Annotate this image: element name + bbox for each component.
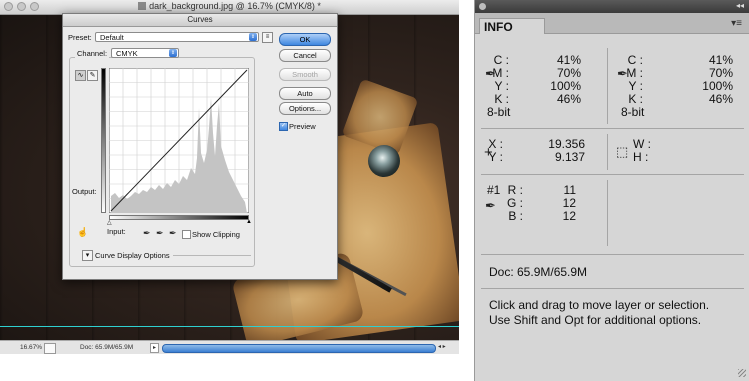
document-title: dark_background.jpg @ 16.7% (CMYK/8) * bbox=[0, 1, 459, 11]
resize-grip-icon[interactable] bbox=[738, 369, 746, 377]
panel-menu-icon[interactable]: ▾≡ bbox=[731, 18, 742, 29]
curve-display-options-label[interactable]: Curve Display Options bbox=[95, 251, 170, 260]
sampler-b-value: 12 bbox=[562, 209, 576, 223]
black-eyedropper-icon[interactable]: ✒ bbox=[143, 228, 151, 239]
divider bbox=[607, 48, 608, 124]
collapse-panel-icon[interactable]: ◂◂ bbox=[736, 1, 744, 10]
divider bbox=[481, 174, 744, 175]
close-panel-icon[interactable] bbox=[479, 3, 486, 10]
tab-info[interactable]: INFO bbox=[479, 18, 545, 34]
quick-mask-icon[interactable] bbox=[44, 343, 56, 354]
curve-point-tool-icon[interactable]: ∿ bbox=[75, 70, 86, 81]
preview-checkbox[interactable]: ✓ bbox=[279, 122, 288, 131]
y-value: 9.137 bbox=[554, 150, 585, 164]
white-eyedropper-icon[interactable]: ✒ bbox=[169, 228, 177, 239]
output-gradient-bar bbox=[101, 68, 106, 213]
preset-select[interactable]: Default ⇕ bbox=[95, 32, 259, 42]
sampler-b-label: B : bbox=[508, 209, 523, 223]
divider bbox=[607, 134, 608, 170]
curves-dialog-title[interactable]: Curves bbox=[63, 14, 337, 27]
scroll-arrows-icon[interactable]: ◂ ▸ bbox=[438, 343, 446, 350]
channel-value: CMYK bbox=[116, 49, 138, 58]
status-doc-size: Doc: 65.9M/65.9M bbox=[80, 344, 134, 351]
divider bbox=[481, 254, 744, 255]
preview-label: Preview bbox=[289, 122, 316, 131]
divider bbox=[481, 128, 744, 129]
hint-line-1: Click and drag to move layer or selectio… bbox=[489, 298, 710, 312]
info-panel-content: ✒ C : 41% M : 70% Y : 100% K : 46% 8-bit… bbox=[475, 34, 749, 381]
info-panel-tab-bar: INFO ▾≡ bbox=[475, 13, 749, 34]
channel-label: Channel: bbox=[75, 49, 110, 58]
pencil-tool-icon[interactable]: ✎ bbox=[87, 70, 98, 81]
show-clipping-checkbox[interactable] bbox=[182, 230, 191, 239]
selection-size-icon: ⬚ bbox=[616, 144, 629, 159]
input-gradient-bar bbox=[109, 215, 249, 220]
input-label: Input: bbox=[107, 227, 126, 236]
horizontal-scrollbar[interactable] bbox=[162, 344, 436, 353]
info-panel-header[interactable]: ◂◂ bbox=[475, 0, 749, 13]
channel-select[interactable]: CMYK ⇕ bbox=[111, 48, 179, 58]
show-clipping-label: Show Clipping bbox=[192, 230, 240, 239]
divider bbox=[607, 180, 608, 246]
status-menu-arrow-icon[interactable]: ▸ bbox=[150, 343, 159, 353]
sampler-b-row: B : 12 bbox=[475, 210, 605, 223]
h-label: H : bbox=[633, 150, 649, 164]
hint-line-2: Use Shift and Opt for additional options… bbox=[489, 313, 702, 327]
black-point-slider-icon[interactable]: ▲ bbox=[246, 219, 252, 225]
document-title-text: dark_background.jpg @ 16.7% (CMYK/8) * bbox=[149, 1, 321, 11]
sampler-r-row: R : 11 bbox=[475, 184, 605, 197]
curves-graph[interactable] bbox=[109, 68, 249, 213]
channel-stepper-icon: ⇕ bbox=[169, 49, 177, 57]
output-label: Output: bbox=[72, 187, 97, 196]
curve-display-options-divider bbox=[173, 255, 251, 256]
cyan-guide-line[interactable] bbox=[0, 326, 459, 327]
white-point-slider-icon[interactable]: △ bbox=[107, 219, 112, 226]
preset-options-icon[interactable]: ≡ bbox=[262, 32, 273, 43]
sampler-g-row: G : 12 bbox=[475, 197, 605, 210]
document-status-bar: 16.67% Doc: 65.9M/65.9M ▸ ◂ ▸ bbox=[0, 340, 459, 354]
curve-display-options-toggle-icon[interactable]: ▾ bbox=[82, 250, 93, 261]
right-k-value: 46% bbox=[708, 92, 733, 106]
document-window: dark_background.jpg @ 16.7% (CMYK/8) * 1… bbox=[0, 0, 459, 354]
gray-eyedropper-icon[interactable]: ✒ bbox=[156, 228, 164, 239]
smooth-button[interactable]: Smooth bbox=[279, 68, 331, 81]
preset-value: Default bbox=[100, 33, 124, 42]
left-k-value: 46% bbox=[556, 92, 581, 106]
preset-stepper-icon: ⇕ bbox=[249, 33, 257, 41]
right-bitdepth: 8-bit bbox=[621, 105, 645, 119]
document-file-icon bbox=[138, 2, 147, 10]
y-label: Y : bbox=[488, 150, 503, 164]
left-bitdepth: 8-bit bbox=[487, 105, 511, 119]
zoom-level[interactable]: 16.67% bbox=[20, 344, 42, 351]
curves-dialog: Curves Preset: Default ⇕ ≡ Channel: CMYK… bbox=[62, 13, 338, 280]
inkwell-image bbox=[368, 145, 400, 177]
ok-button[interactable]: OK bbox=[279, 33, 331, 46]
doc-size-readout: Doc: 65.9M/65.9M bbox=[489, 265, 588, 279]
y-position-row: Y : 9.137 bbox=[475, 151, 605, 164]
preset-label: Preset: bbox=[68, 33, 92, 42]
on-image-adjust-icon[interactable]: ☝ bbox=[77, 227, 88, 238]
options-button[interactable]: Options... bbox=[279, 102, 331, 115]
auto-button[interactable]: Auto bbox=[279, 87, 331, 100]
cancel-button[interactable]: Cancel bbox=[279, 49, 331, 62]
divider bbox=[481, 288, 744, 289]
info-panel: ◂◂ INFO ▾≡ ✒ C : 41% M : 70% Y : 100% K … bbox=[474, 0, 749, 381]
